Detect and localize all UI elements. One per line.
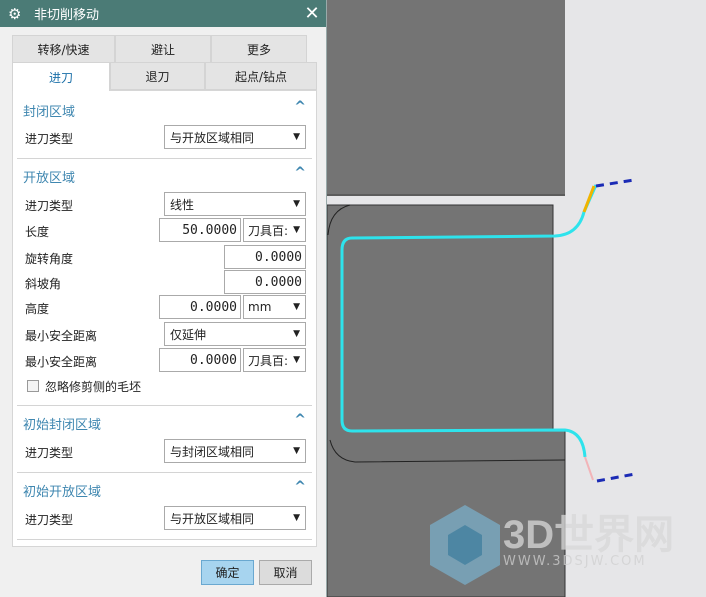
height-unit-select[interactable]: mm ▼ [243,295,306,319]
label-ramp: 斜坡角 [25,277,62,291]
select-value: 与开放区域相同 [170,511,255,526]
dropdown-arrow-icon: ▼ [293,329,300,339]
open-engage-type-select[interactable]: 线性 ▼ [164,192,306,216]
divider [17,539,312,540]
ok-button[interactable]: 确定 [201,560,254,585]
label-length: 长度 [25,225,50,239]
label-initial-closed-type: 进刀类型 [25,446,74,460]
ignore-blank-checkbox[interactable] [27,380,39,392]
gear-icon[interactable]: ⚙ [8,5,26,23]
dropdown-arrow-icon: ▼ [293,446,300,456]
dialog-title: 非切削移动 [34,8,100,23]
select-value: 刀具百: [248,223,289,238]
label-min-clearance-value: 最小安全距离 [25,355,98,369]
engage-panel: 封闭区域 ^ 进刀类型 与开放区域相同 ▼ 开放区域 ^ 进刀类型 线性 ▼ 长度 … [12,90,317,547]
tab-avoidance[interactable]: 避让 [115,35,211,63]
tab-transfer[interactable]: 转移/快速 [12,35,115,63]
tab-start-drill-points[interactable]: 起点/钻点 [205,62,317,90]
collapse-icon[interactable]: ^ [294,165,306,181]
tab-more[interactable]: 更多 [211,35,307,63]
tab-retract[interactable]: 退刀 [110,62,205,90]
closed-engage-type-select[interactable]: 与开放区域相同 ▼ [164,125,306,149]
collapse-icon[interactable]: ^ [294,479,306,495]
watermark: 3D世界网 WWW.3DSJW.COM [423,502,675,569]
dropdown-arrow-icon: ▼ [293,199,300,209]
non-cutting-moves-dialog: ⚙ 非切削移动 ✕ 转移/快速 避让 更多 进刀 退刀 起点/钻点 封闭区域 ^… [0,0,327,597]
min-clearance-select[interactable]: 仅延伸 ▼ [164,322,306,346]
label-closed-type: 进刀类型 [25,132,74,146]
label-min-clearance: 最小安全距离 [25,329,98,343]
part-top-block [327,0,565,196]
length-input[interactable]: 50.0000 [159,218,241,242]
height-input[interactable]: 0.0000 [159,295,241,319]
label-rotation: 旋转角度 [25,252,74,266]
select-value: 刀具百: [248,353,289,368]
rotation-angle-input[interactable]: 0.0000 [224,245,306,269]
select-value: 与封闭区域相同 [170,444,255,459]
collapse-icon[interactable]: ^ [294,412,306,428]
initial-open-type-select[interactable]: 与开放区域相同 ▼ [164,506,306,530]
min-clearance-input[interactable]: 0.0000 [159,348,241,372]
label-open-type: 进刀类型 [25,199,74,213]
title-bar: ⚙ 非切削移动 ✕ [0,0,326,27]
label-height: 高度 [25,302,50,316]
select-value: 仅延伸 [170,327,207,342]
tab-engage[interactable]: 进刀 [12,62,110,91]
select-value: mm [248,300,272,314]
dropdown-arrow-icon: ▼ [293,355,300,365]
section-open-area[interactable]: 开放区域 [23,167,75,186]
section-initial-open[interactable]: 初始开放区域 [23,481,101,500]
min-clearance-unit-select[interactable]: 刀具百: ▼ [243,348,306,372]
watermark-url: WWW.3DSJW.COM [503,554,647,569]
close-icon[interactable]: ✕ [298,3,326,24]
length-unit-select[interactable]: 刀具百: ▼ [243,218,306,242]
collapse-icon[interactable]: ^ [294,99,306,115]
section-closed-area[interactable]: 封闭区域 [23,101,75,120]
initial-closed-type-select[interactable]: 与封闭区域相同 ▼ [164,439,306,463]
dropdown-arrow-icon: ▼ [293,302,300,312]
dropdown-arrow-icon: ▼ [293,225,300,235]
select-value: 与开放区域相同 [170,130,255,145]
cancel-button[interactable]: 取消 [259,560,312,585]
dropdown-arrow-icon: ▼ [293,132,300,142]
ramp-angle-input[interactable]: 0.0000 [224,270,306,294]
label-ignore-blank: 忽略修剪侧的毛坯 [45,380,142,394]
divider [17,158,312,159]
label-initial-open-type: 进刀类型 [25,513,74,527]
watermark-name: 3D世界网 [503,513,675,557]
section-initial-closed[interactable]: 初始封闭区域 [23,414,101,433]
divider [17,472,312,473]
divider [17,405,312,406]
dropdown-arrow-icon: ▼ [293,513,300,523]
select-value: 线性 [170,197,195,212]
